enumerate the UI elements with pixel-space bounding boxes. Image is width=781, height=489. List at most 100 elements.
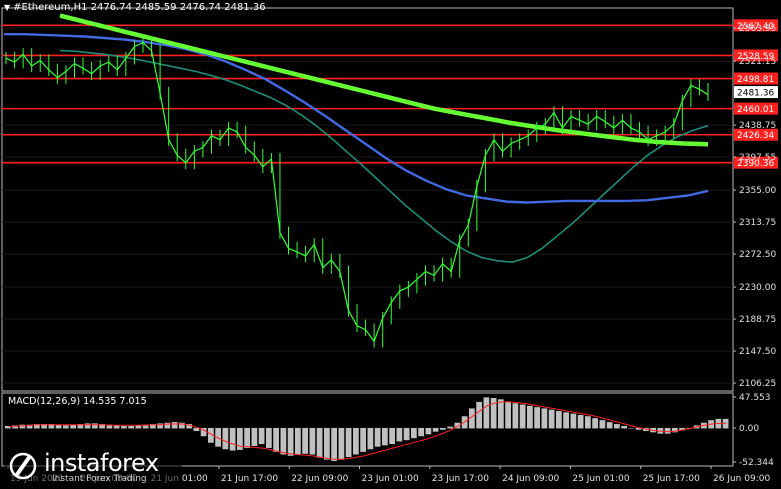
level-label: 2460.01 [737,105,774,115]
macd-histogram-bar [447,426,453,429]
grid [2,27,733,384]
macd-histogram-bar [360,427,366,452]
price-tick-label: 2438.75 [739,121,776,131]
time-tick-label: 22 Jun 09:00 [291,474,348,484]
macd-histogram-bar [592,418,598,429]
macd-histogram-bar [19,424,26,429]
price-tick-label: 2188.75 [739,315,776,325]
price-tick-label: 2313.75 [739,218,776,228]
macd-histogram-bar [440,427,446,430]
brand-logo: instaforex Instant Forex Trading [4,447,182,485]
price-tick-label: 2397.55 [739,153,776,163]
macd-histogram-bar [389,427,395,445]
level-label: 2498.81 [737,75,774,85]
macd-histogram-bar [135,425,142,429]
macd-histogram-bar [324,427,330,460]
macd-histogram-bar [541,408,548,429]
price-tick-label: 2106.25 [739,379,776,389]
macd-histogram-bar [121,425,127,429]
macd-histogram-bar [498,399,504,429]
macd-histogram-bar [338,427,345,460]
macd-histogram-bar [483,397,490,429]
macd-tick-label: -52.344 [739,458,774,468]
macd-histogram-bar [396,427,403,442]
macd-histogram-bar [570,413,577,429]
instaforex-logo-icon [9,452,37,480]
macd-histogram-bar [425,427,432,435]
macd-histogram-bar [309,427,316,455]
macd-histogram-bar [55,424,62,429]
macd-tick-label: 0.00 [739,424,759,434]
macd-histogram-bar [534,407,540,429]
macd-histogram-bar [353,427,359,455]
dropdown-arrow-icon[interactable]: ▼ [4,3,10,12]
macd-histogram-bar [113,425,120,429]
macd-histogram-bar [512,403,519,429]
symbol-header: ▼ #Ethereum,H1 2476.74 2485.59 2476.74 24… [4,2,266,13]
macd-tick-label: 47.553 [739,393,771,403]
macd-histogram-bar [222,427,229,450]
macd-histogram-bar [244,427,250,448]
macd-histogram-bar [585,416,591,429]
macd-histogram-bar [599,420,606,429]
macd-histogram-bar [302,427,308,454]
macd-histogram-bar [411,427,417,439]
macd-histogram-bar [295,427,301,455]
macd-histogram-bar [403,427,410,441]
macd-histogram-bar [577,414,584,429]
macd-histogram-bar [63,425,69,429]
current-price-label: 2481.36 [737,89,774,99]
macd-histogram-bar [345,427,352,458]
brand-tagline: Instant Forex Trading [52,474,147,484]
macd-histogram-bar [519,404,526,429]
macd-histogram-bar [418,427,424,437]
macd-histogram-bar [273,427,279,452]
macd-histogram-bar [92,423,98,429]
level-label: 2426.34 [737,131,774,141]
brand-name: instaforex [44,449,159,477]
macd-histogram-bar [563,412,569,429]
macd-histogram-bar [128,425,134,429]
macd-histogram-bar [606,422,613,429]
macd-histogram-bar [432,427,439,432]
macd-histogram-bar [84,423,91,429]
moving-averages [4,13,709,264]
macd-histogram-bar [316,427,323,458]
macd-histogram-bar [614,424,620,429]
macd-histogram-bar [664,427,671,434]
price-series [5,36,709,348]
macd-histogram-bar [505,401,511,429]
macd-histogram-bar [70,424,76,429]
symbol-header-text: #Ethereum,H1 2476.74 2485.59 2476.74 248… [13,2,266,13]
macd-histogram-bar [251,427,258,447]
macd-histogram-bar [556,411,562,429]
time-tick-label: 25 Jun 01:00 [572,474,629,484]
macd-histogram-bar [331,427,337,461]
macd-histogram-bar [548,409,555,429]
time-tick-label: 23 Jun 17:00 [432,474,489,484]
macd-histogram-bar [628,427,635,429]
time-tick-label: 24 Jun 09:00 [502,474,559,484]
price-tick-label: 2230.00 [739,283,776,293]
macd-histogram-bar [287,427,294,456]
macd-histogram-bar [258,427,265,445]
ma-mid-line [4,33,709,204]
price-tick-label: 2147.50 [739,347,776,357]
macd-histogram-bar [229,427,236,451]
macd-histogram-bar [367,427,374,450]
macd-header: MACD(12,26,9) 14.535 7.015 [8,396,147,407]
time-tick-label: 23 Jun 01:00 [362,474,419,484]
time-tick-label: 21 Jun 17:00 [221,474,278,484]
macd-histogram-bar [527,405,533,429]
time-tick-label: 25 Jun 17:00 [643,474,700,484]
price-tick-label: 2272.50 [739,250,776,260]
macd-histogram-bar [374,427,381,447]
time-tick-label: 26 Jun 09:00 [713,474,770,484]
chart-canvas: 2567.402528.592498.812460.012426.342390.… [1,7,778,484]
price-tick-label: 2521.15 [739,57,776,67]
macd-histogram-bar [266,427,272,448]
macd-histogram-bar [280,427,287,455]
price-tick-label: 2563.95 [739,24,776,34]
macd-histogram-bar [382,427,388,446]
macd-histogram-bar [621,425,627,429]
